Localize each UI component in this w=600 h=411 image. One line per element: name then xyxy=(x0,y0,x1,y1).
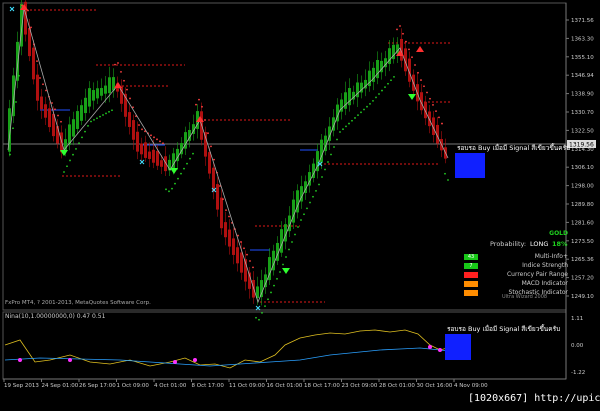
indicator-swatch xyxy=(464,280,478,287)
price-tick-label: 1281.60 xyxy=(571,220,594,226)
price-tick-label: 1346.94 xyxy=(571,73,594,79)
price-tick-label: 1265.36 xyxy=(571,257,594,263)
time-tick-label: 4 Oct 01:00 xyxy=(154,383,187,389)
oscillator-gold xyxy=(4,329,456,369)
time-tick-label: 4 Nov 09:00 xyxy=(454,383,488,389)
price-tick-label: 1249.10 xyxy=(571,294,594,300)
sub-signal-box xyxy=(445,334,471,360)
time-tick-label: 16 Oct 01:00 xyxy=(267,383,303,389)
sub-tick-label: 1.11 xyxy=(571,316,583,322)
time-tick-label: 23 Oct 09:00 xyxy=(342,383,378,389)
indicator-row: 43 Multi-Info+ xyxy=(462,252,570,261)
parabolic-sar xyxy=(9,4,449,321)
indicator-row: Currency Pair Range xyxy=(462,270,570,279)
probability-direction: LONG xyxy=(530,240,549,248)
price-tick-label: 1257.20 xyxy=(571,276,594,282)
indicator-swatch xyxy=(464,289,478,296)
footer-brand: Ultra Wizard 2008 xyxy=(502,294,548,300)
signal-text: รอบรอ Buy เมื่อมี Signal สีเขียวขึ้นครับ xyxy=(457,144,571,152)
time-tick-label: 30 Oct 16:00 xyxy=(417,383,453,389)
time-tick-label: 24 Sep 01:00 xyxy=(42,383,79,389)
price-tick-label: 1298.00 xyxy=(571,184,594,190)
zigzag-line xyxy=(7,7,449,304)
price-tick-label: 1355.10 xyxy=(571,55,594,61)
indicator-label: Indice Strength xyxy=(522,262,568,269)
time-tick-label: 26 Sep 17:00 xyxy=(79,383,116,389)
price-tick-label: 1306.10 xyxy=(571,165,594,171)
symbol-label: GOLD xyxy=(549,230,568,237)
probability-label: Probability: xyxy=(490,240,527,248)
price-tick-label: 1371.56 xyxy=(571,18,594,24)
indicator-swatch: 7 xyxy=(464,262,478,269)
copyright-text: FxPro MT4, ? 2001-2013, MetaQuotes Softw… xyxy=(5,300,151,306)
price-tick-label: 1330.70 xyxy=(571,110,594,116)
price-tick-label: 1322.50 xyxy=(571,128,594,134)
indicator-label: MACD Indicator xyxy=(521,280,568,287)
signal-arrows xyxy=(20,4,424,274)
time-tick-label: 11 Oct 09:00 xyxy=(229,383,265,389)
info-panel: GOLD Probability: LONG 18% 43 Multi-Info+… xyxy=(462,230,570,302)
indicator-row: 7 Indice Strength xyxy=(462,261,570,270)
price-tick-label: 1273.50 xyxy=(571,239,594,245)
watermark: [1020x667] http://upic.me/ xyxy=(468,393,600,404)
price-chart[interactable]: 1371.56 1363.30 1355.10 1346.94 1338.90 1330.… xyxy=(0,0,600,411)
time-tick-label: 18 Oct 17:00 xyxy=(304,383,340,389)
price-tick-label: 1289.80 xyxy=(571,202,594,208)
indicator-swatch: 43 xyxy=(464,253,478,260)
time-tick-label: 8 Oct 17:00 xyxy=(192,383,225,389)
signal-box xyxy=(455,153,485,178)
indicator-label: Multi-Info+ xyxy=(534,253,568,260)
time-tick-label: 28 Oct 01:00 xyxy=(379,383,415,389)
oscillator-blue xyxy=(4,347,456,367)
current-price-label: 1319.56 xyxy=(569,142,594,149)
indicator-row: MACD Indicator xyxy=(462,279,570,288)
sub-window-title: Nina(10,1.00000000,0) 0.47 0.51 xyxy=(5,313,106,320)
blue-level-lines xyxy=(40,109,318,251)
price-axis: 1371.56 1363.30 1355.10 1346.94 1338.90 1330.… xyxy=(566,18,594,300)
price-tick-label: 1338.90 xyxy=(571,92,594,98)
time-tick-label: 1 Oct 09:00 xyxy=(117,383,150,389)
sub-tick-label: 0.00 xyxy=(571,343,584,349)
price-tick-label: 1363.30 xyxy=(571,36,594,42)
time-axis: 19 Sep 2013 24 Sep 01:00 26 Sep 17:00 1 Oct… xyxy=(3,379,488,389)
candles xyxy=(8,0,447,306)
sub-tick-label: -1.22 xyxy=(571,370,585,376)
sub-signal-text: รอบรอ Buy เมื่อมี Signal สีเขียวขึ้นครับ xyxy=(447,325,561,333)
indicator-label: Currency Pair Range xyxy=(506,271,568,278)
probability-value: 18% xyxy=(552,240,568,248)
indicator-swatch xyxy=(464,271,478,278)
oscillator-markers xyxy=(18,345,442,364)
sub-price-axis: 1.11 0.00 -1.22 xyxy=(571,316,585,376)
time-tick-label: 19 Sep 2013 xyxy=(4,383,39,389)
